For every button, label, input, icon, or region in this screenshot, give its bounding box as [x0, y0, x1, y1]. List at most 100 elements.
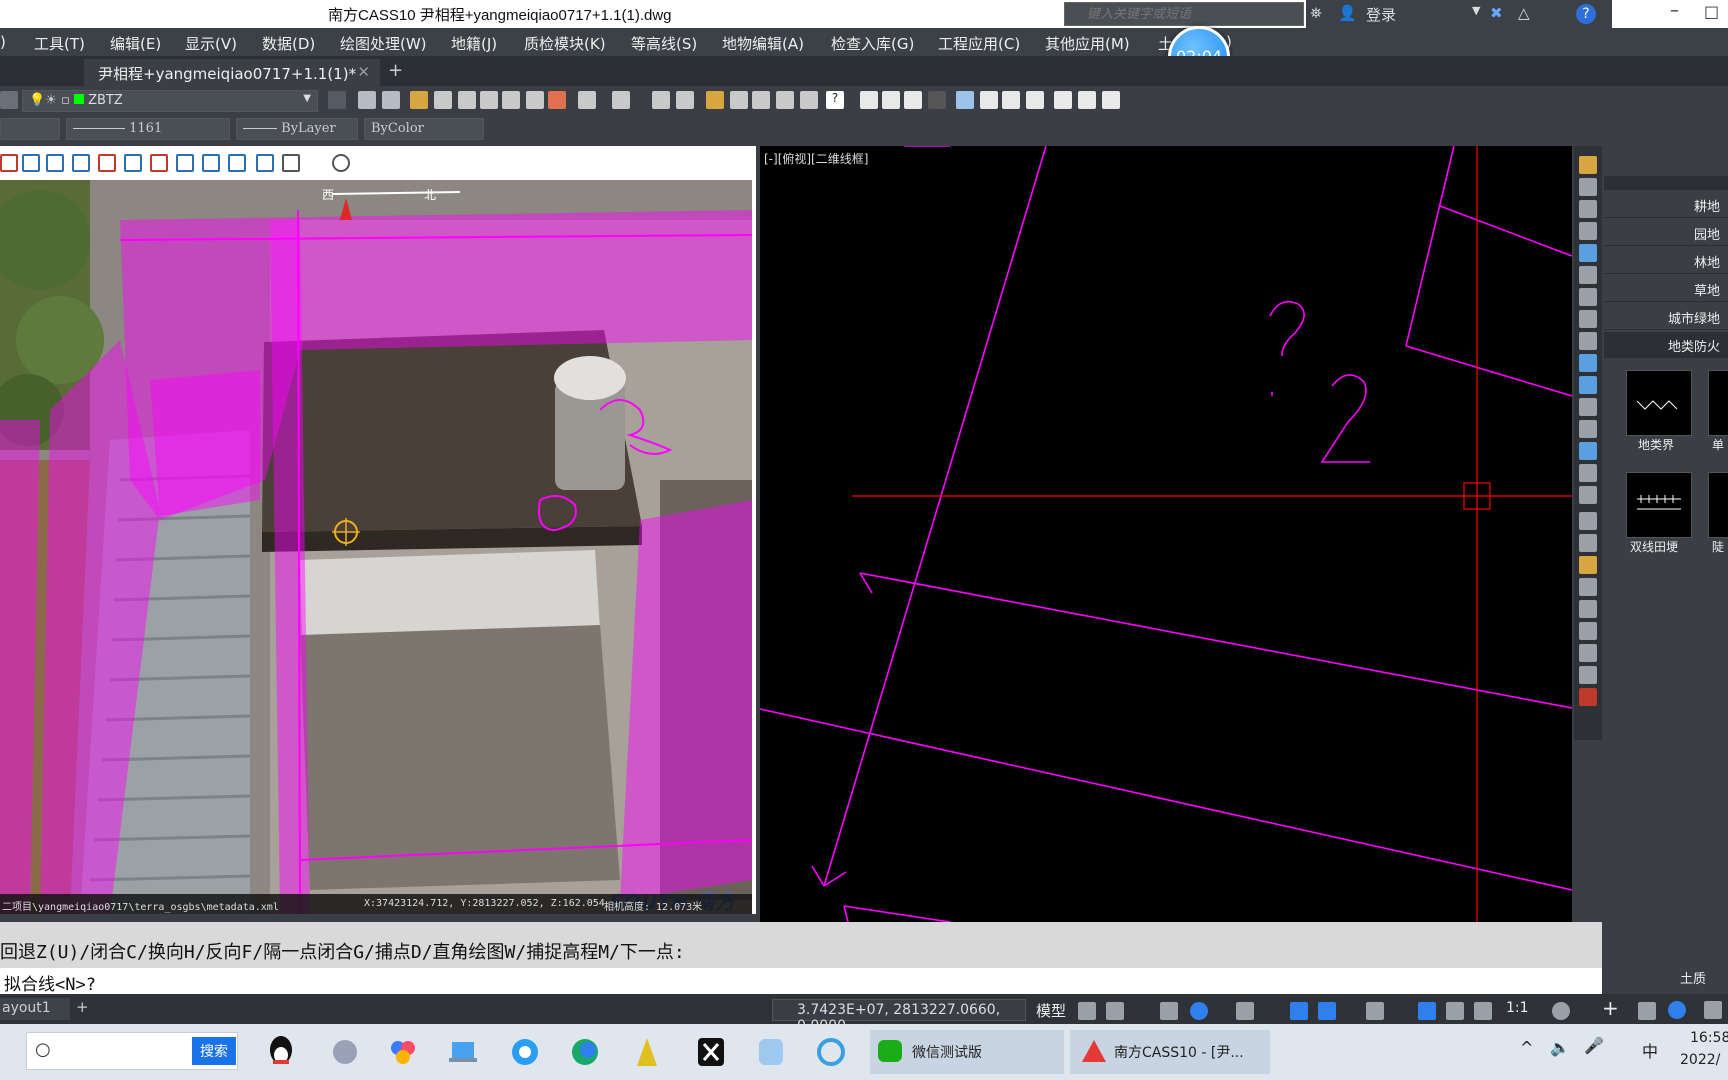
linetype-combo[interactable]: 1161 [66, 118, 230, 140]
menu-item-contour[interactable]: 等高线(S) [631, 33, 697, 54]
annotation-icon[interactable] [1418, 1002, 1436, 1020]
redo-icon[interactable] [612, 91, 630, 109]
scatter-icon[interactable] [928, 91, 946, 109]
layer-delete-icon[interactable] [0, 154, 18, 172]
fullscreen-icon[interactable] [1704, 1001, 1722, 1019]
chevron-down-icon[interactable]: ▼ [1472, 4, 1480, 17]
model-space-button[interactable]: 模型 [1036, 1000, 1066, 1021]
copy-shape-icon[interactable] [256, 154, 274, 172]
arc-icon[interactable] [410, 91, 428, 109]
close-icon[interactable]: ✕ [357, 63, 370, 81]
capcut-icon[interactable] [694, 1030, 728, 1074]
double-ridge-symbol[interactable] [1626, 472, 1692, 538]
annotation-scale[interactable]: 1:1 [1506, 1000, 1529, 1016]
plus-icon[interactable]: + [1602, 996, 1619, 1020]
minimize-button[interactable]: – [1670, 0, 1679, 21]
table-icon[interactable] [980, 91, 998, 109]
annotation-scale-icon[interactable] [1446, 1002, 1464, 1020]
vertex-icon[interactable] [228, 154, 246, 172]
text-icon[interactable] [860, 91, 878, 109]
help-search-input[interactable] [1065, 3, 1303, 25]
profile-icon[interactable] [150, 154, 168, 172]
pan-icon[interactable] [434, 91, 452, 109]
cad-drawing-viewport[interactable]: [-][俯视][二维线框] [759, 145, 1573, 923]
command-input[interactable]: 拟合线<N>? [0, 968, 1602, 995]
menu-item-engineering[interactable]: 工程应用(C) [938, 33, 1020, 54]
ime-indicator[interactable]: 中 [1642, 1038, 1658, 1062]
undo-icon[interactable] [578, 91, 596, 109]
menu-item-fragment[interactable]: ) [0, 33, 6, 51]
chevron-down-icon[interactable]: ▼ [303, 93, 311, 104]
array-icon[interactable] [1579, 244, 1597, 262]
qq-icon[interactable] [264, 1030, 298, 1074]
pencil-icon[interactable] [706, 91, 724, 109]
clock-date[interactable]: 2022/ [1680, 1052, 1720, 1068]
color-combo[interactable] [0, 118, 60, 140]
zoom-previous-icon[interactable] [526, 91, 544, 109]
copy-icon[interactable] [752, 91, 770, 109]
document-tab[interactable]: 尹相程+yangmeiqiao0717+1.1(1)* ✕ [84, 59, 380, 86]
block-icon[interactable] [904, 91, 922, 109]
taskbar-app-cass[interactable]: 南方CASS10 - [尹... [1070, 1030, 1270, 1074]
plotstyle-combo[interactable]: ByColor [364, 118, 484, 140]
lineweight-combo[interactable]: ByLayer [236, 118, 358, 140]
fillet-icon[interactable] [1579, 464, 1597, 482]
point-snap-icon[interactable] [202, 154, 220, 172]
book-icon[interactable] [46, 154, 64, 172]
point-icon[interactable] [1579, 178, 1597, 196]
login-link[interactable]: 登录 [1366, 4, 1396, 25]
match-icon[interactable] [1579, 512, 1597, 530]
text-edit-icon[interactable] [882, 91, 900, 109]
spline-icon[interactable] [1579, 556, 1597, 574]
layout-icon[interactable] [1078, 91, 1096, 109]
palette-item-urban-green[interactable]: 城市绿地 [1604, 304, 1728, 330]
extend-icon[interactable] [1579, 376, 1597, 394]
taskbar-app-wechat[interactable]: 微信测试版 [870, 1030, 1064, 1074]
properties-icon[interactable] [548, 91, 566, 109]
pencil-icon[interactable] [1579, 156, 1597, 174]
land-boundary-symbol[interactable] [1626, 370, 1692, 436]
single-line-symbol[interactable] [1708, 370, 1728, 436]
media-app-icon[interactable] [328, 1030, 362, 1074]
laptop-app-icon[interactable] [446, 1030, 480, 1074]
speaker-icon[interactable]: 🔈 [1550, 1038, 1570, 1057]
menu-item-edit[interactable]: 编辑(E) [110, 33, 161, 54]
chevron-up-icon[interactable]: ^ [1520, 1038, 1533, 1057]
help-icon[interactable]: ? [1576, 4, 1596, 24]
steep-bank-symbol[interactable] [1708, 472, 1728, 538]
attribute-icon[interactable] [1002, 91, 1020, 109]
otrack-icon[interactable] [1290, 1002, 1308, 1020]
menu-item-other[interactable]: 其他应用(M) [1045, 33, 1130, 54]
user-icon[interactable]: 👤 [1338, 4, 1357, 22]
clock-time[interactable]: 16:58 [1690, 1030, 1728, 1046]
layer-combo[interactable]: 💡☀ ▫ ZBTZ ▼ [22, 90, 318, 112]
swirl-app-icon[interactable] [814, 1030, 848, 1074]
menu-item-data[interactable]: 数据(D) [262, 33, 315, 54]
add-layout-button[interactable]: + [76, 998, 89, 1016]
curve-icon[interactable] [1579, 600, 1597, 618]
draw-line-icon[interactable] [176, 154, 194, 172]
save-icon[interactable] [382, 91, 400, 109]
chamfer-icon[interactable] [1579, 442, 1597, 460]
menu-item-cadastre[interactable]: 地籍(J) [451, 33, 497, 54]
region-icon[interactable] [1579, 622, 1597, 640]
taskbar-search-button[interactable]: 搜索 [192, 1037, 236, 1065]
sheet-icon[interactable] [1102, 91, 1120, 109]
isometric-icon[interactable] [1366, 1002, 1384, 1020]
trim-icon[interactable] [776, 91, 794, 109]
cloud-app-icon[interactable] [386, 1030, 420, 1074]
bar-chart-icon[interactable] [98, 154, 116, 172]
soil-label[interactable]: 土质 [1680, 968, 1706, 987]
join-icon[interactable] [1579, 420, 1597, 438]
move-icon[interactable] [730, 91, 748, 109]
blue-app-icon[interactable] [754, 1030, 788, 1074]
scale-icon[interactable] [1579, 310, 1597, 328]
offset-icon[interactable] [1579, 222, 1597, 240]
ortho-icon[interactable] [1160, 1002, 1178, 1020]
stretch-icon[interactable] [1579, 332, 1597, 350]
maximize-button[interactable]: □ [1704, 2, 1719, 21]
trash-icon[interactable] [1638, 1002, 1656, 1020]
trim-icon[interactable] [1579, 354, 1597, 372]
new-tab-button[interactable]: + [388, 60, 403, 81]
layer-list-icon[interactable] [328, 91, 346, 109]
